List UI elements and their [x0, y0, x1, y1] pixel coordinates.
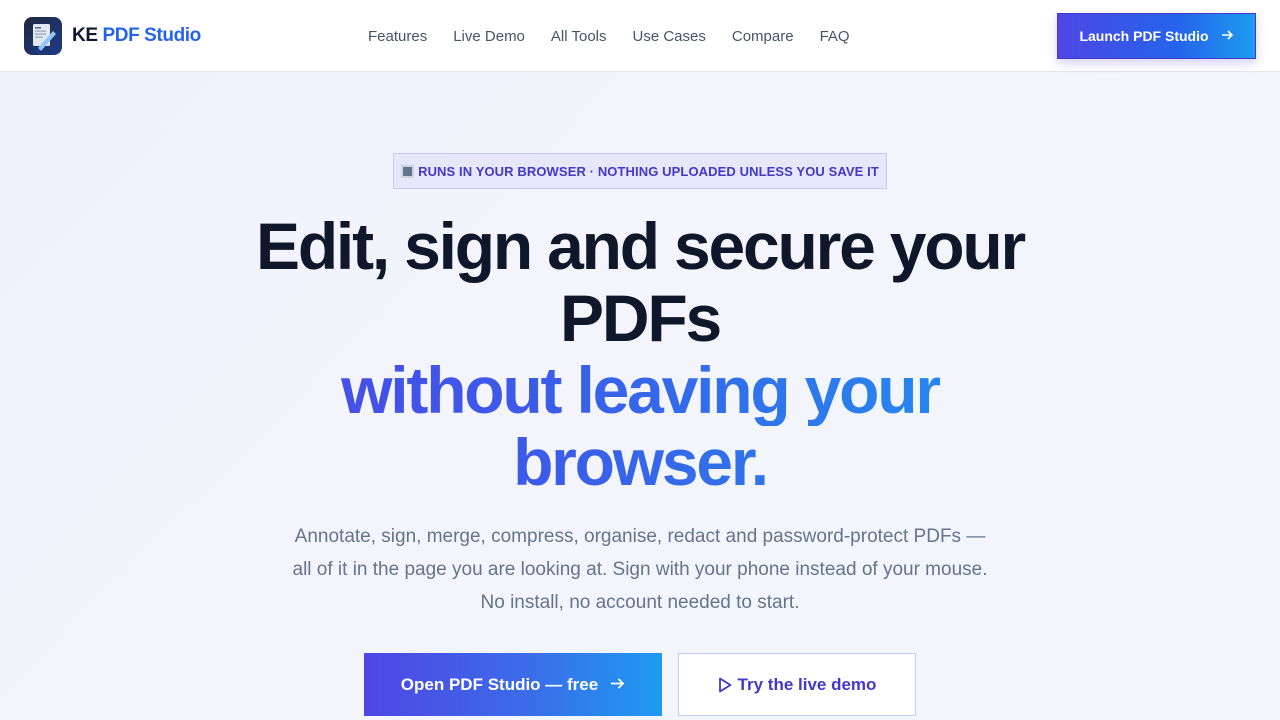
nav-item-faq[interactable]: FAQ [820, 28, 850, 45]
badge-text: RUNS IN YOUR BROWSER · NOTHING UPLOADED … [418, 163, 879, 179]
browser-badge: RUNS IN YOUR BROWSER · NOTHING UPLOADED … [393, 153, 887, 189]
headline-line-3: without leaving your [160, 354, 1120, 426]
brand-name: KE PDF Studio [72, 25, 201, 47]
launch-button-label: Launch PDF Studio [1079, 28, 1209, 44]
hero-headline: Edit, sign and secure your PDFs without … [160, 210, 1120, 498]
brand-logo-link[interactable]: KE PDF Studio [24, 17, 201, 55]
arrow-right-icon [1221, 28, 1234, 44]
hero-subtitle: Annotate, sign, merge, compress, organis… [292, 526, 988, 613]
play-icon [718, 677, 732, 693]
open-pdf-studio-button[interactable]: Open PDF Studio — free [364, 653, 662, 716]
arrow-right-icon [610, 675, 625, 695]
square-icon [401, 164, 415, 178]
nav-item-all-tools[interactable]: All Tools [551, 28, 607, 45]
brand-name-suffix: PDF Studio [102, 25, 202, 46]
main-nav: Features Live Demo All Tools Use Cases C… [368, 0, 876, 72]
try-live-demo-button[interactable]: Try the live demo [678, 653, 916, 716]
nav-item-features[interactable]: Features [368, 28, 427, 45]
open-button-label: Open PDF Studio — free [400, 674, 599, 694]
brand-name-prefix: KE [72, 25, 98, 46]
nav-item-live-demo[interactable]: Live Demo [453, 28, 525, 45]
nav-item-compare[interactable]: Compare [732, 28, 794, 45]
demo-button-label: Try the live demo [737, 674, 877, 694]
site-header: KE PDF Studio Features Live Demo All Too… [0, 0, 1280, 72]
headline-line-2: PDFs [560, 281, 722, 355]
nav-item-use-cases[interactable]: Use Cases [633, 28, 706, 45]
launch-pdf-studio-button[interactable]: Launch PDF Studio [1057, 13, 1256, 59]
headline-line-1: Edit, sign and secure your [256, 209, 1026, 283]
pdf-document-pen-icon [24, 17, 62, 55]
headline-line-4: browser. [160, 426, 1120, 498]
